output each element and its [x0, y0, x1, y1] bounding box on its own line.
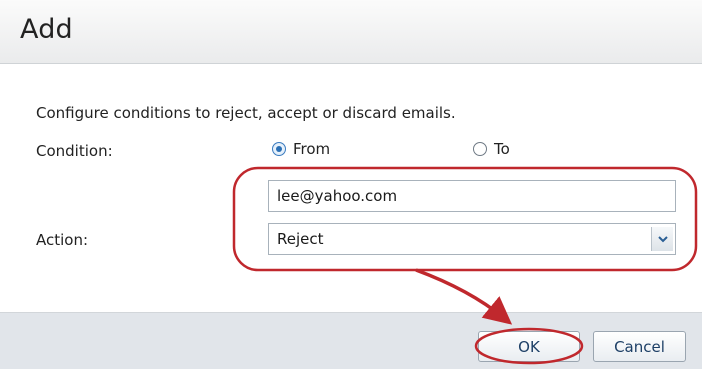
action-select[interactable]: Reject	[268, 223, 676, 255]
radio-from[interactable]	[272, 142, 286, 156]
condition-label: Condition:	[36, 142, 113, 160]
radio-to-label: To	[494, 140, 510, 158]
ok-button[interactable]: OK	[478, 331, 580, 362]
condition-option-from[interactable]: From	[272, 140, 330, 158]
radio-selected-dot	[276, 146, 282, 152]
cancel-button[interactable]: Cancel	[593, 331, 686, 362]
chevron-down-icon[interactable]	[651, 227, 673, 251]
action-label: Action:	[36, 231, 89, 249]
dialog-title: Add	[20, 14, 73, 45]
radio-from-label: From	[293, 140, 331, 158]
dialog-description: Configure conditions to reject, accept o…	[36, 104, 456, 122]
red-arrow-icon	[415, 268, 513, 325]
radio-to[interactable]	[473, 142, 487, 156]
action-select-value: Reject	[277, 230, 324, 248]
add-dialog: Add Configure conditions to reject, acce…	[0, 0, 702, 369]
email-field[interactable]: lee@yahoo.com	[268, 180, 676, 212]
dialog-titlebar: Add	[0, 0, 702, 64]
condition-option-to[interactable]: To	[473, 140, 510, 158]
